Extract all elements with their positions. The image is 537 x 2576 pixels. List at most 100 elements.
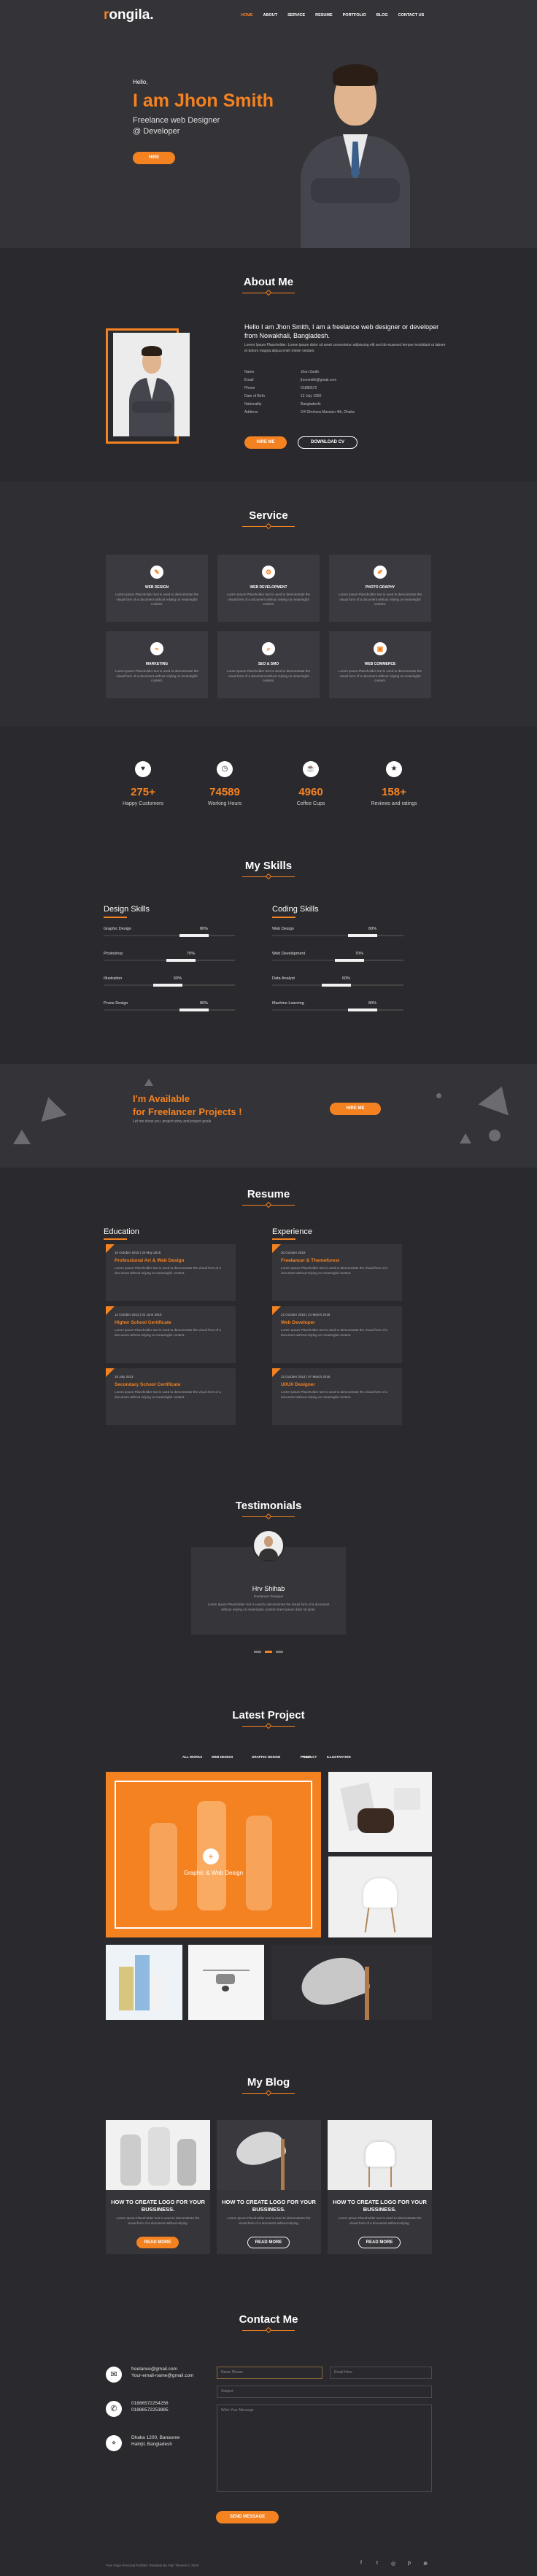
nav-contact[interactable]: CONTACT US bbox=[398, 13, 425, 18]
nav-resume[interactable]: RESUME bbox=[315, 13, 333, 18]
skill-name: Prune Design bbox=[104, 1001, 128, 1006]
skill-percent: 80% bbox=[368, 1001, 377, 1006]
project-tile-clothes[interactable] bbox=[328, 1772, 432, 1852]
resume-title: Resume bbox=[247, 1188, 290, 1200]
pinterest-icon[interactable]: p bbox=[406, 2561, 413, 2568]
dribbble-icon[interactable]: ⊕ bbox=[422, 2561, 429, 2568]
project-tile-bottles[interactable]: + Graphic & Web Design bbox=[106, 1772, 321, 1937]
contact-address: Dhaka 1200, Banasree Hatirjil, Bangladesh bbox=[131, 2435, 180, 2447]
nav-home[interactable]: HOME bbox=[241, 13, 253, 18]
skill-bar bbox=[104, 1009, 235, 1011]
hero-subtitle-2: @ Developer bbox=[133, 127, 180, 136]
testimonials-title: Testimonials bbox=[235, 1500, 302, 1512]
name-input[interactable]: Name Please bbox=[217, 2367, 322, 2379]
contact-phone: 01886572254256 01886572253885 bbox=[131, 2401, 169, 2413]
nav-about[interactable]: ABOUT bbox=[263, 13, 278, 18]
freelance-hire-button[interactable]: HIRE ME bbox=[330, 1103, 381, 1115]
experience-card: 22 October 2016 | 21 March 2018 Web Devel… bbox=[272, 1306, 402, 1363]
skill-name: Illustration bbox=[104, 976, 123, 981]
skill-bar-indicator bbox=[322, 984, 351, 987]
blog-post-excerpt: Lorem Ipsum Placeholder text is used to … bbox=[116, 2216, 200, 2225]
skill-bar bbox=[104, 934, 235, 937]
skill-bar bbox=[104, 959, 235, 962]
service-card[interactable]: ✐ PHOTO GRAPHY Lorem Ipsum Placeholder tex… bbox=[329, 555, 431, 622]
instagram-icon[interactable]: ◎ bbox=[390, 2561, 397, 2568]
read-more-button[interactable]: READ MORE bbox=[247, 2237, 290, 2248]
resume-section: Resume Education Experience 10 October 2… bbox=[0, 1168, 537, 1474]
skill-percent: 70% bbox=[355, 952, 364, 956]
divider-diamond-icon bbox=[265, 522, 272, 530]
site-logo[interactable]: rongila. bbox=[104, 7, 154, 23]
project-tile-chair[interactable] bbox=[328, 1856, 432, 1937]
subject-input[interactable]: Subject bbox=[217, 2386, 432, 2398]
read-more-button[interactable]: READ MORE bbox=[136, 2237, 179, 2248]
send-message-button[interactable]: SEND MESSAGE bbox=[216, 2511, 279, 2523]
slider-dot-active[interactable] bbox=[265, 1651, 272, 1653]
service-card[interactable]: ▣ WEB COMMERCE Lorem Ipsum Placeholder tex… bbox=[329, 631, 431, 698]
filter-web-design[interactable]: WEB DESIGN bbox=[212, 1755, 233, 1759]
skill-bar bbox=[272, 1009, 403, 1011]
cart-icon: ▣ bbox=[374, 642, 387, 655]
filter-illustration[interactable]: ILLUSTRATION bbox=[327, 1755, 351, 1759]
nav-blog[interactable]: BLOG bbox=[376, 13, 388, 18]
skill-name: Machine Learning bbox=[272, 1001, 304, 1006]
blog-card[interactable]: HOW TO CREATE LOGO FOR YOUR BUSSINESS. L… bbox=[328, 2120, 432, 2254]
project-tile-drone[interactable] bbox=[188, 1945, 264, 2020]
skill-name: Photoshop bbox=[104, 952, 123, 956]
facebook-icon[interactable]: f bbox=[358, 2561, 365, 2568]
filter-all-works[interactable]: ALL WORKS bbox=[182, 1755, 202, 1759]
hero-subtitle: Freelance web Designer bbox=[133, 116, 220, 125]
circle-decoration bbox=[489, 1130, 501, 1141]
pen-icon: ✎ bbox=[150, 566, 163, 579]
experience-card: 20 October 2018 Freelancer & Themeforest L… bbox=[272, 1244, 402, 1301]
skill-name: Web Development bbox=[272, 952, 306, 956]
skill-bar-indicator bbox=[179, 1009, 209, 1011]
counter-item: ◷ 74589 Working Hours bbox=[181, 761, 268, 806]
blog-image bbox=[106, 2120, 210, 2190]
service-card[interactable]: ⌁ MARKETING Lorem Ipsum Placeholder text i… bbox=[106, 631, 208, 698]
triangle-decoration bbox=[460, 1133, 471, 1144]
message-textarea[interactable]: Write Your Message bbox=[217, 2405, 432, 2492]
clock-icon: ◷ bbox=[217, 761, 233, 777]
service-card[interactable]: ⚙ WEB DEVELOPMENT Lorem Ipsum Placeholder … bbox=[217, 555, 320, 622]
service-card[interactable]: ⌕ SEO & SMO Lorem Ipsum Placeholder text i… bbox=[217, 631, 320, 698]
main-nav: HOME ABOUT SERVICE RESUME PORTFOLIO BLOG… bbox=[241, 13, 424, 18]
freelance-subtitle: Let me show you, project story and proje… bbox=[133, 1119, 212, 1124]
download-cv-button[interactable]: DOWNLOAD CV bbox=[298, 436, 358, 449]
blog-post-title: HOW TO CREATE LOGO FOR YOUR BUSSINESS. bbox=[222, 2199, 316, 2213]
divider-diamond-icon bbox=[265, 289, 272, 296]
testimonial-avatar bbox=[252, 1530, 285, 1562]
blog-post-title: HOW TO CREATE LOGO FOR YOUR BUSSINESS. bbox=[333, 2199, 427, 2213]
skill-percent: 60% bbox=[342, 976, 351, 981]
circle-decoration bbox=[436, 1093, 441, 1098]
divider-diamond-icon bbox=[265, 2326, 272, 2334]
blog-post-title: HOW TO CREATE LOGO FOR YOUR BUSSINESS. bbox=[111, 2199, 205, 2213]
blog-card[interactable]: HOW TO CREATE LOGO FOR YOUR BUSSINESS. L… bbox=[217, 2120, 321, 2254]
slider-dot[interactable] bbox=[254, 1651, 261, 1653]
hire-button[interactable]: HIRE bbox=[133, 152, 175, 164]
project-overlay-label: Graphic & Web Design bbox=[183, 1870, 244, 1876]
counter-item: ♥ 275+ Happy Customers bbox=[99, 761, 187, 806]
nav-portfolio[interactable]: PORTFOLIO bbox=[343, 13, 366, 18]
projects-title: Latest Project bbox=[232, 1709, 305, 1721]
blog-post-excerpt: Lorem Ipsum Placeholder text is used to … bbox=[227, 2216, 311, 2225]
blog-card[interactable]: HOW TO CREATE LOGO FOR YOUR BUSSINESS. L… bbox=[106, 2120, 210, 2254]
nav-service[interactable]: SERVICE bbox=[287, 13, 305, 18]
contact-section: Contact Me ✉ freelance@gmail.com Your-ema… bbox=[0, 2295, 537, 2576]
education-title: Education bbox=[104, 1227, 139, 1236]
email-input[interactable]: Email Here bbox=[330, 2367, 432, 2379]
filter-product[interactable]: PRODUCT bbox=[301, 1755, 317, 1759]
skill-bar-indicator bbox=[348, 934, 377, 937]
slider-dot[interactable] bbox=[276, 1651, 283, 1653]
project-tile-books[interactable] bbox=[106, 1945, 182, 2020]
hire-me-button[interactable]: HIRE ME bbox=[244, 436, 287, 449]
service-card[interactable]: ✎ WEB DESIGN Lorem Ipsum Placeholder text … bbox=[106, 555, 208, 622]
skill-percent: 80% bbox=[200, 927, 209, 931]
service-title: Service bbox=[249, 509, 288, 522]
twitter-icon[interactable]: t bbox=[374, 2561, 381, 2568]
read-more-button[interactable]: READ MORE bbox=[358, 2237, 401, 2248]
filter-graphic-design[interactable]: GRAPHIC DESIGN bbox=[252, 1755, 280, 1759]
project-tile-lamp[interactable] bbox=[271, 1945, 432, 2020]
plus-icon[interactable]: + bbox=[203, 1848, 219, 1864]
skill-bar-indicator bbox=[335, 959, 364, 962]
